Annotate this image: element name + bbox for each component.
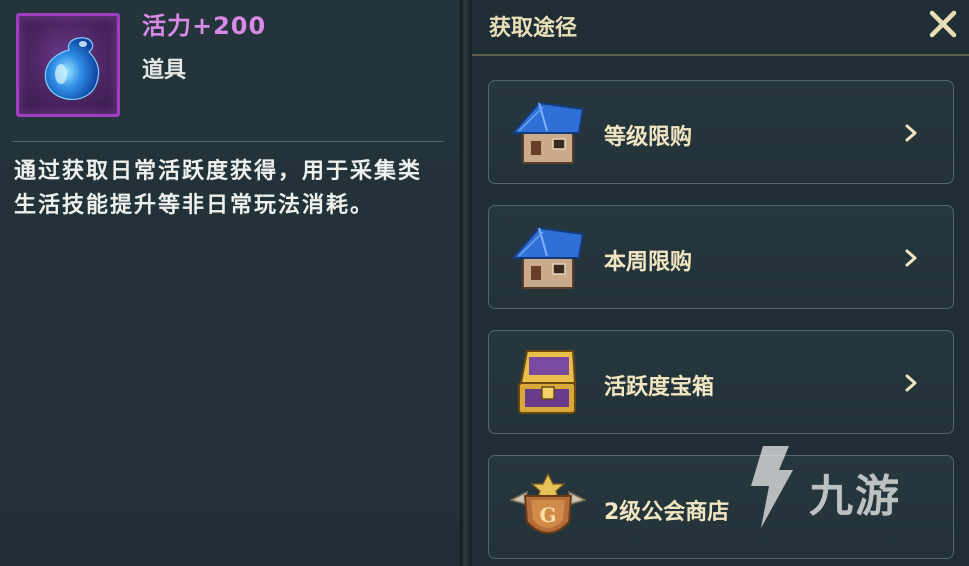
watermark-text: 九游 — [809, 471, 901, 522]
chevron-right-icon — [905, 374, 917, 392]
blue-droplet-icon — [44, 37, 100, 101]
item-name: 活力+200 — [142, 12, 267, 40]
watermark: 九游 — [735, 442, 945, 542]
close-icon — [929, 10, 957, 38]
item-icon-frame — [16, 13, 120, 117]
source-item-weekly-purchase[interactable]: 本周限购 — [488, 205, 954, 309]
blue-roof-house-icon — [510, 101, 585, 164]
nine-game-logo-icon — [751, 446, 793, 528]
gold-treasure-chest-icon — [518, 350, 577, 414]
source-item-activity-chest[interactable]: 活跃度宝箱 — [488, 330, 954, 434]
acquire-panel-title: 获取途径 — [489, 16, 578, 41]
divider — [12, 141, 444, 142]
svg-text:G: G — [539, 503, 556, 527]
guild-shield-icon: G — [509, 472, 587, 534]
source-label: 2级公会商店 — [604, 500, 730, 525]
chevron-right-icon — [905, 124, 917, 142]
source-label: 活跃度宝箱 — [604, 375, 715, 400]
acquire-panel-header: 获取途径 — [472, 0, 969, 56]
close-button[interactable] — [927, 8, 959, 40]
blue-roof-house-icon — [510, 226, 585, 289]
chevron-right-icon — [905, 249, 917, 267]
item-description: 通过获取日常活跃度获得，用于采集类生活技能提升等非日常玩法消耗。 — [14, 159, 423, 218]
item-type: 道具 — [142, 58, 187, 83]
item-detail-panel: 活力+200 道具 通过获取日常活跃度获得，用于采集类生活技能提升等非日常玩法消… — [0, 0, 460, 566]
source-label: 本周限购 — [604, 250, 693, 275]
source-item-level-purchase[interactable]: 等级限购 — [488, 80, 954, 184]
source-label: 等级限购 — [604, 125, 693, 150]
panel-separator — [460, 0, 472, 566]
